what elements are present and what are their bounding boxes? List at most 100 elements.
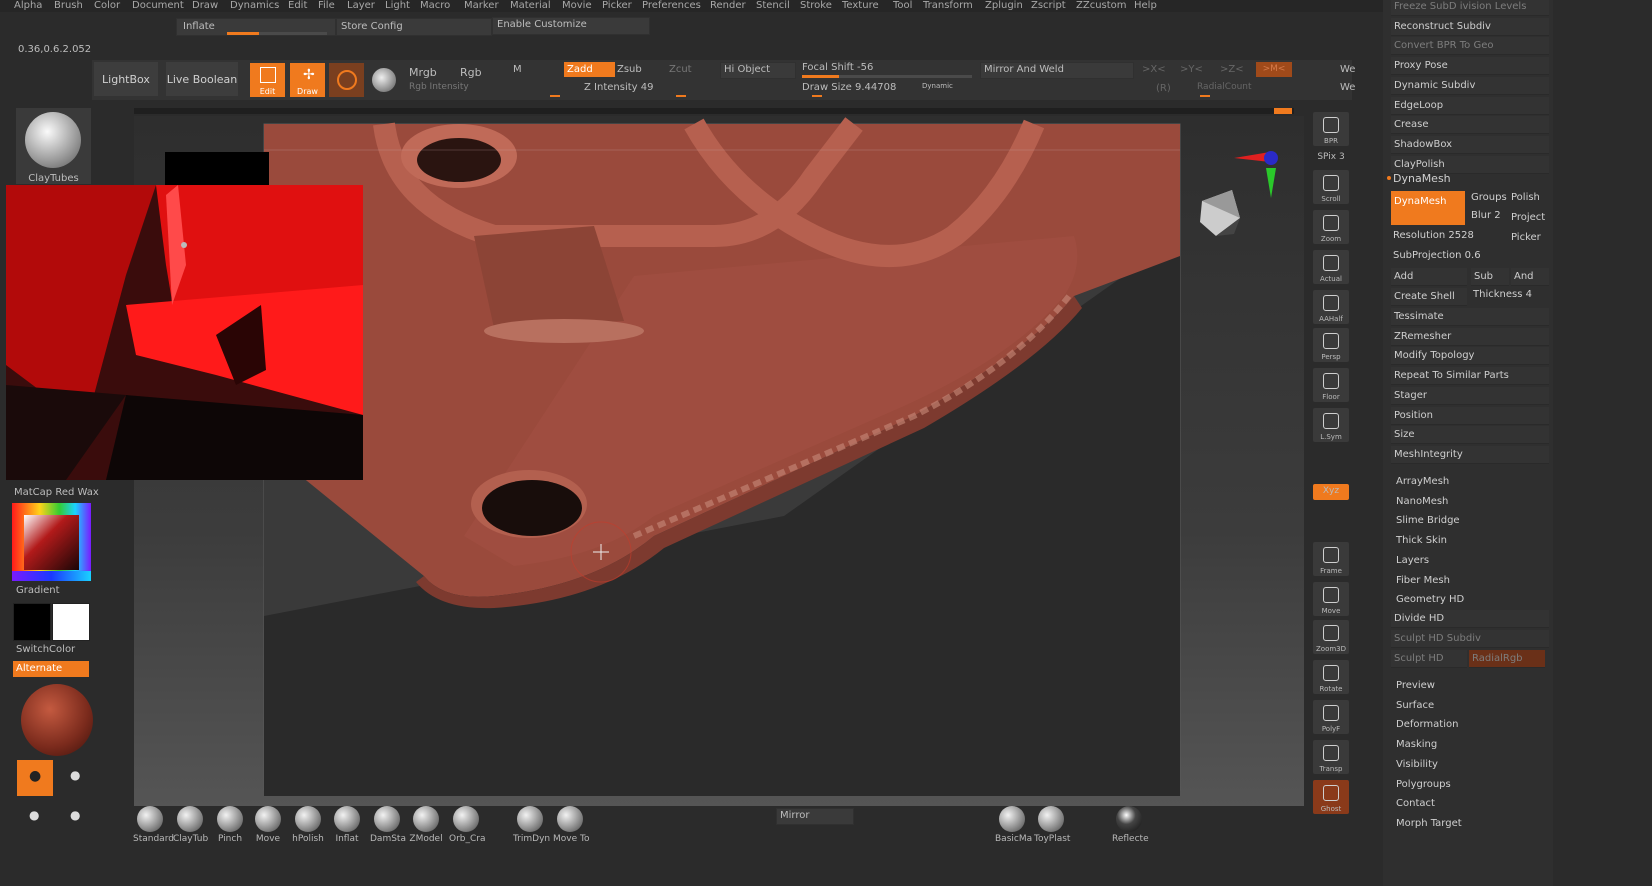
- menu-item-render[interactable]: Render: [710, 0, 746, 11]
- shelf-button-zoom[interactable]: Zoom: [1313, 210, 1349, 244]
- mirror-and-weld-button[interactable]: Mirror And Weld: [980, 62, 1134, 79]
- edit-button[interactable]: Edit: [250, 63, 285, 97]
- resolution-slider[interactable]: Resolution 2528: [1393, 230, 1474, 241]
- color-picker-square[interactable]: [24, 515, 79, 570]
- brush-move-to[interactable]: Move To: [553, 806, 589, 844]
- primary-color-swatch[interactable]: [52, 603, 90, 641]
- menu-stager[interactable]: Stager: [1391, 386, 1549, 405]
- menu-item-zzcustom[interactable]: ZZcustom: [1076, 0, 1127, 11]
- menu-item-material[interactable]: Material: [510, 0, 551, 11]
- shelf-button-xyz[interactable]: Xyz: [1313, 484, 1349, 500]
- zcut-button[interactable]: Zcut: [669, 64, 692, 75]
- shelf-button-rotate[interactable]: Rotate: [1313, 660, 1349, 694]
- menu-proxy-pose[interactable]: Proxy Pose: [1391, 57, 1549, 76]
- groups-button[interactable]: Groups: [1471, 192, 1507, 203]
- menu-item-edit[interactable]: Edit: [288, 0, 307, 11]
- enable-customize-button[interactable]: Enable Customize: [492, 17, 650, 35]
- sub-button[interactable]: Sub: [1471, 268, 1509, 286]
- create-shell-button[interactable]: Create Shell: [1391, 288, 1467, 306]
- subpalette-fiber-mesh[interactable]: Fiber Mesh: [1396, 575, 1450, 586]
- y-symmetry-button[interactable]: >Y<: [1180, 64, 1203, 75]
- menu-item-texture[interactable]: Texture: [842, 0, 879, 11]
- light-bulb-button-3[interactable]: ●: [17, 800, 53, 836]
- dynamic-toggle[interactable]: Dynamic: [922, 82, 953, 90]
- menu-convert-bpr-to-geo[interactable]: Convert BPR To Geo: [1391, 37, 1549, 56]
- color-picker-hue[interactable]: [12, 571, 91, 581]
- shelf-button-icon-9[interactable]: [1313, 448, 1349, 464]
- mirror-button[interactable]: Mirror: [776, 808, 854, 825]
- menu-position[interactable]: Position: [1391, 406, 1549, 425]
- move-button[interactable]: [329, 63, 364, 97]
- menu-reconstruct-subdiv[interactable]: Reconstruct Subdiv: [1391, 17, 1549, 36]
- switch-color-button[interactable]: SwitchColor: [16, 644, 75, 655]
- menu-item-preferences[interactable]: Preferences: [642, 0, 701, 11]
- shelf-button-bpr[interactable]: BPR: [1313, 112, 1349, 146]
- menu-item-marker[interactable]: Marker: [464, 0, 499, 11]
- sculpt-hd-subdiv-slider[interactable]: Sculpt HD Subdiv: [1391, 630, 1549, 648]
- brush-move[interactable]: Move: [251, 806, 285, 844]
- shelf-button-zoom3d[interactable]: Zoom3D: [1313, 620, 1349, 654]
- draw-button[interactable]: ✢ Draw: [290, 63, 325, 97]
- blur-slider[interactable]: Blur 2: [1471, 210, 1501, 221]
- and-button[interactable]: And: [1511, 268, 1549, 286]
- menu-item-file[interactable]: File: [318, 0, 335, 11]
- zsub-button[interactable]: Zsub: [617, 64, 642, 75]
- brush-inflat[interactable]: Inflat: [330, 806, 364, 844]
- m-symmetry-button[interactable]: >M<: [1256, 62, 1292, 77]
- menu-item-dynamics[interactable]: Dynamics: [230, 0, 279, 11]
- focal-shift-track[interactable]: [802, 75, 972, 78]
- add-button[interactable]: Add: [1391, 268, 1467, 286]
- shelf-button-aahalf[interactable]: AAHalf: [1313, 290, 1349, 324]
- subpalette-arraymesh[interactable]: ArrayMesh: [1396, 476, 1449, 487]
- lightbox-button[interactable]: LightBox: [94, 62, 158, 96]
- subpalette-surface[interactable]: Surface: [1396, 700, 1434, 711]
- thickness-slider[interactable]: Thickness 4: [1473, 289, 1532, 300]
- sculpt-hd-button[interactable]: Sculpt HD: [1391, 650, 1467, 668]
- subpalette-preview[interactable]: Preview: [1396, 680, 1435, 691]
- shelf-button-persp[interactable]: Persp: [1313, 328, 1349, 362]
- menu-item-movie[interactable]: Movie: [562, 0, 592, 11]
- shelf-button-frame[interactable]: Frame: [1313, 542, 1349, 576]
- menu-item-layer[interactable]: Layer: [347, 0, 375, 11]
- brush-trimdyn[interactable]: TrimDyn: [513, 806, 550, 844]
- brush-pinch[interactable]: Pinch: [213, 806, 247, 844]
- top-scrollbar[interactable]: [134, 108, 1294, 114]
- divide-hd-button[interactable]: Divide HD: [1391, 610, 1549, 628]
- light-bulb-button-2[interactable]: ●: [58, 760, 94, 796]
- menu-item-zplugin[interactable]: Zplugin: [985, 0, 1023, 11]
- brush-zmodel[interactable]: ZModel: [409, 806, 443, 844]
- subpalette-nanomesh[interactable]: NanoMesh: [1396, 496, 1448, 507]
- shelf-button-icon-20[interactable]: [1313, 820, 1349, 836]
- subpalette-deformation[interactable]: Deformation: [1396, 719, 1458, 730]
- shelf-button-icon-12[interactable]: [1313, 520, 1349, 536]
- rgb-button[interactable]: Rgb: [460, 66, 482, 79]
- m-button[interactable]: M: [513, 64, 522, 75]
- zadd-button[interactable]: Zadd: [564, 62, 615, 77]
- shelf-button-actual[interactable]: Actual: [1313, 250, 1349, 284]
- draw-size-slider[interactable]: Draw Size 9.44708: [802, 82, 896, 93]
- brush-damsta[interactable]: DamSta: [370, 806, 406, 844]
- menu-freeze-subd-ivision-levels[interactable]: Freeze SubD ivision Levels: [1391, 0, 1549, 16]
- rgb-intensity-slider[interactable]: Rgb Intensity: [409, 82, 469, 92]
- shelf-button-move[interactable]: Move: [1313, 582, 1349, 616]
- hi-object-button[interactable]: Hi Object: [720, 62, 796, 79]
- subpalette-masking[interactable]: Masking: [1396, 739, 1437, 750]
- menu-dynamic-subdiv[interactable]: Dynamic Subdiv: [1391, 76, 1549, 95]
- menu-zremesher[interactable]: ZRemesher: [1391, 327, 1549, 346]
- shelf-button-icon-11[interactable]: [1313, 500, 1349, 516]
- dynamesh-button[interactable]: DynaMesh: [1391, 191, 1465, 225]
- brush-hpolish[interactable]: hPolish: [291, 806, 325, 844]
- menu-item-stroke[interactable]: Stroke: [800, 0, 832, 11]
- radial-rgb-button[interactable]: RadialRgb: [1469, 650, 1545, 668]
- top-scrollbar-thumb[interactable]: [1274, 108, 1292, 114]
- picker-button[interactable]: Picker: [1511, 232, 1541, 243]
- store-config-button[interactable]: Store Config: [336, 18, 492, 36]
- brush-selector[interactable]: ClayTubes: [16, 108, 91, 184]
- menu-item-zscript[interactable]: Zscript: [1031, 0, 1066, 11]
- subprojection-slider[interactable]: SubProjection 0.6: [1393, 250, 1481, 261]
- menu-size[interactable]: Size: [1391, 426, 1549, 445]
- z-symmetry-button[interactable]: >Z<: [1220, 64, 1244, 75]
- brush-claytub[interactable]: ClayTub: [173, 806, 208, 844]
- menu-claypolish[interactable]: ClayPolish: [1391, 155, 1549, 174]
- menu-item-color[interactable]: Color: [94, 0, 120, 11]
